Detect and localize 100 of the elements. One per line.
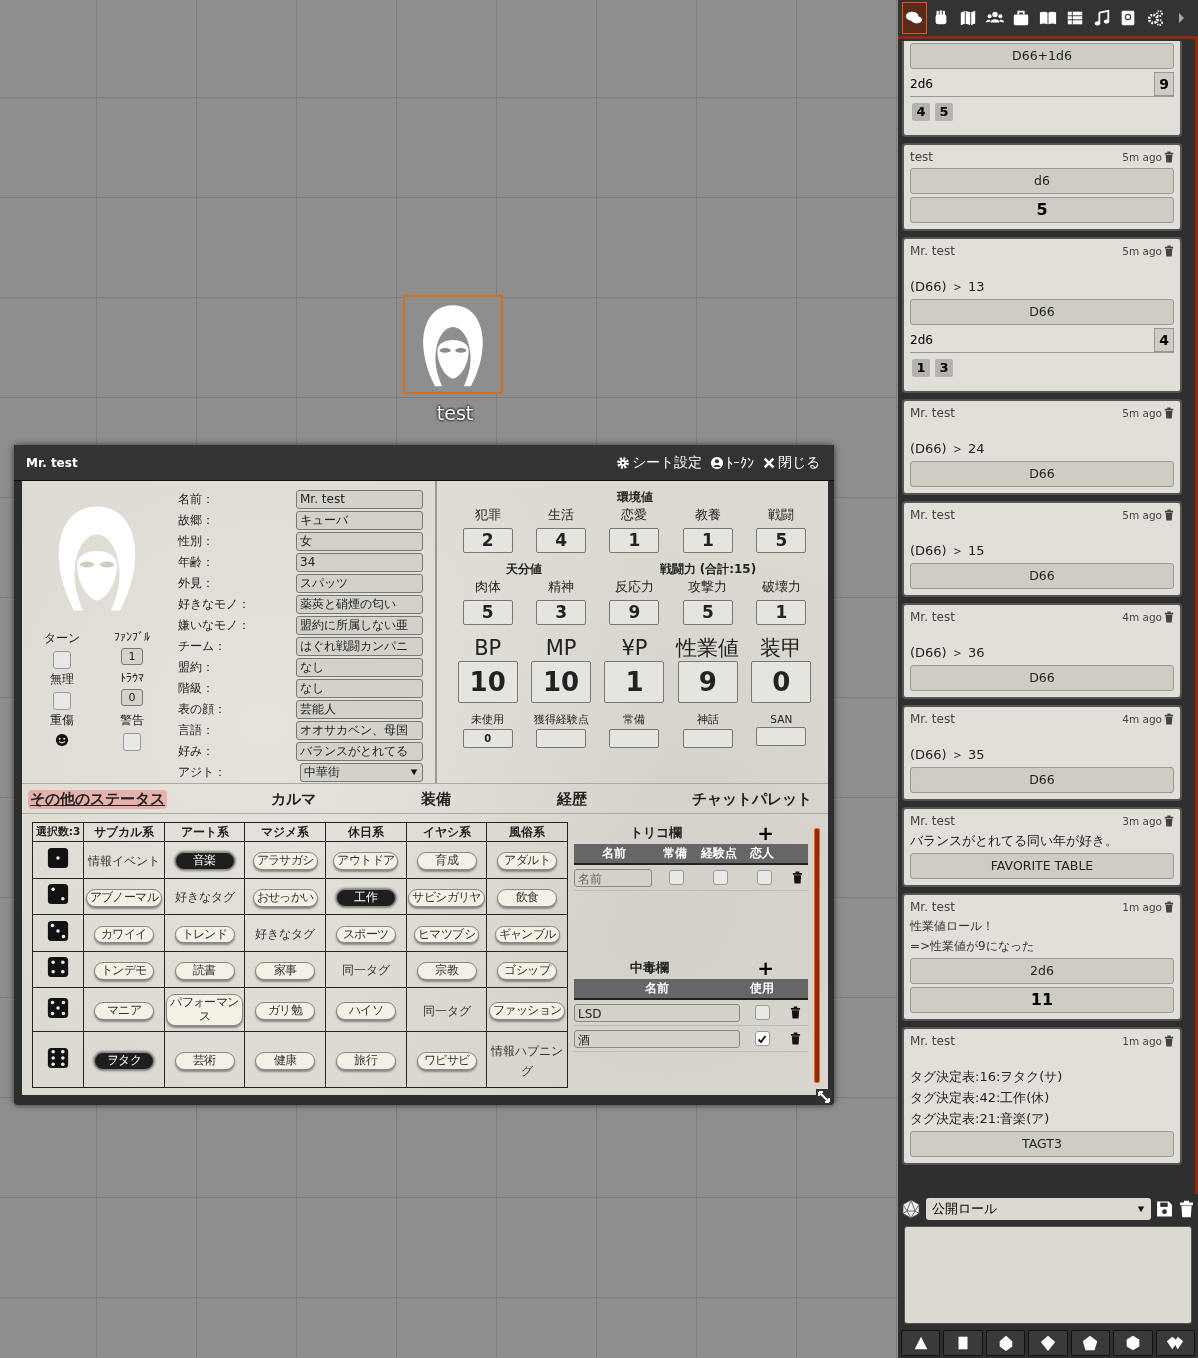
scrollbar[interactable] bbox=[814, 828, 820, 1083]
dice-button[interactable] bbox=[943, 1330, 983, 1356]
d20-icon[interactable] bbox=[901, 1199, 921, 1219]
tag-button[interactable]: トレンド bbox=[174, 925, 235, 944]
trash-icon[interactable] bbox=[1164, 407, 1174, 419]
stat-field[interactable]: 4 bbox=[536, 528, 587, 553]
tag-button[interactable]: 宗教 bbox=[416, 962, 477, 980]
name-field[interactable]: LSD bbox=[574, 1003, 741, 1022]
stat-field[interactable]: 1 bbox=[682, 528, 733, 553]
point-field[interactable]: 9 bbox=[677, 661, 738, 703]
stat-field[interactable]: 5 bbox=[756, 528, 807, 553]
save-icon[interactable] bbox=[1156, 1200, 1173, 1218]
tag-button[interactable]: トンデモ bbox=[93, 962, 154, 980]
stat-field[interactable]: 1 bbox=[756, 600, 807, 625]
tag-button[interactable]: ヒマツブシ bbox=[414, 925, 480, 944]
sheet-tab[interactable]: 装備 bbox=[419, 790, 453, 809]
checkbox[interactable] bbox=[754, 1005, 770, 1020]
tag-button[interactable]: ファッション bbox=[489, 1002, 566, 1021]
profile-field[interactable]: なし bbox=[296, 678, 423, 698]
point-field[interactable]: 1 bbox=[604, 661, 665, 703]
checkbox[interactable] bbox=[668, 870, 684, 885]
checkbox[interactable] bbox=[53, 651, 71, 669]
tag-button[interactable]: 読書 bbox=[174, 962, 235, 980]
checkbox[interactable] bbox=[123, 733, 141, 751]
profile-field[interactable]: なし bbox=[296, 657, 423, 677]
point-field[interactable]: 0 bbox=[751, 661, 812, 703]
trash-icon[interactable] bbox=[792, 871, 804, 884]
profile-field[interactable]: バランスがとれてる bbox=[296, 741, 423, 761]
profile-field[interactable]: オオサカベン、母国 bbox=[296, 720, 423, 740]
tag-button[interactable]: アダルト bbox=[497, 852, 558, 871]
stat-field[interactable]: 3 bbox=[536, 600, 587, 625]
trash-icon[interactable] bbox=[1164, 611, 1174, 623]
profile-field[interactable]: スパッツ bbox=[296, 573, 423, 593]
smiley-icon[interactable] bbox=[55, 733, 69, 747]
resize-handle-icon[interactable] bbox=[816, 1089, 832, 1105]
point-field[interactable]: 10 bbox=[457, 661, 518, 703]
tag-button[interactable]: 飲食 bbox=[497, 888, 558, 907]
extra-field[interactable] bbox=[756, 727, 807, 746]
profile-field[interactable]: Mr. test bbox=[296, 489, 423, 509]
sheet-tab[interactable]: チャットパレット bbox=[690, 790, 814, 809]
tag-button[interactable]: アウトドア bbox=[333, 852, 399, 871]
tag-button[interactable]: パフォーマンス bbox=[165, 994, 244, 1026]
stat-field[interactable]: 2 bbox=[462, 528, 513, 553]
extra-field[interactable] bbox=[609, 729, 660, 748]
tag-button[interactable]: 家事 bbox=[255, 962, 316, 980]
name-field[interactable]: 名前 bbox=[574, 868, 653, 887]
header-action-button[interactable]: 閉じる bbox=[760, 453, 822, 472]
tag-button[interactable]: 健康 bbox=[255, 1052, 316, 1071]
stat-field[interactable]: 5 bbox=[682, 600, 733, 625]
extra-field[interactable]: 0 bbox=[462, 729, 513, 748]
dice-button[interactable] bbox=[901, 1330, 941, 1356]
tag-button[interactable]: サビシガリヤ bbox=[408, 888, 485, 907]
dice-button[interactable] bbox=[1070, 1330, 1111, 1356]
dice-button[interactable] bbox=[1028, 1330, 1068, 1356]
stat-field[interactable]: 9 bbox=[609, 600, 660, 625]
sheet-tab[interactable]: その他のステータス bbox=[28, 790, 167, 809]
profile-field[interactable]: 女 bbox=[296, 531, 423, 551]
token-frame[interactable] bbox=[403, 295, 503, 394]
tag-button[interactable]: 工作 bbox=[335, 888, 396, 907]
tag-button[interactable]: スポーツ bbox=[335, 925, 396, 944]
sheet-tab[interactable]: 経歴 bbox=[554, 790, 589, 809]
profile-field[interactable]: キューバ bbox=[296, 510, 423, 530]
trash-icon[interactable] bbox=[1178, 1200, 1195, 1218]
trash-icon[interactable] bbox=[1164, 901, 1174, 913]
name-field[interactable]: 酒 bbox=[574, 1029, 741, 1048]
trash-icon[interactable] bbox=[1164, 815, 1174, 827]
sheet-tab[interactable]: カルマ bbox=[268, 790, 318, 809]
stat-field[interactable]: 5 bbox=[462, 600, 513, 625]
extra-field[interactable] bbox=[682, 729, 733, 748]
trash-icon[interactable] bbox=[790, 1006, 802, 1019]
extra-field[interactable] bbox=[536, 729, 587, 748]
counter-field[interactable]: 1 bbox=[121, 648, 143, 665]
roll-mode-dropdown[interactable]: 公開ロール bbox=[926, 1198, 1151, 1220]
tag-button[interactable]: ギャンブル bbox=[494, 925, 560, 944]
tag-button[interactable]: 旅行 bbox=[335, 1052, 396, 1071]
dice-button[interactable] bbox=[1155, 1330, 1195, 1356]
tag-button[interactable]: ハイソ bbox=[335, 1002, 396, 1021]
point-field[interactable]: 10 bbox=[531, 661, 592, 703]
add-button[interactable]: + bbox=[757, 958, 775, 978]
toolbar-tab[interactable] bbox=[902, 2, 927, 34]
trash-icon[interactable] bbox=[1164, 1035, 1174, 1047]
tag-button[interactable]: ワビサビ bbox=[416, 1052, 477, 1071]
dice-button[interactable] bbox=[1113, 1330, 1153, 1356]
tag-button[interactable]: アブノーマル bbox=[85, 888, 163, 907]
trash-icon[interactable] bbox=[790, 1032, 802, 1045]
profile-field[interactable]: 34 bbox=[296, 552, 423, 572]
tag-button[interactable]: 育成 bbox=[416, 852, 477, 871]
profile-field[interactable]: 薬莢と硝煙の匂い bbox=[296, 594, 423, 614]
tag-button[interactable]: アラサガシ bbox=[252, 852, 318, 871]
tag-button[interactable]: ゴシップ bbox=[497, 962, 558, 980]
profile-field[interactable]: はぐれ戦闘カンパニ bbox=[296, 636, 423, 656]
tag-button[interactable]: ガリ勉 bbox=[255, 1002, 316, 1021]
tag-button[interactable]: ヲタク bbox=[93, 1052, 154, 1071]
checkbox[interactable] bbox=[53, 692, 71, 710]
trash-icon[interactable] bbox=[1164, 245, 1174, 257]
trash-icon[interactable] bbox=[1164, 509, 1174, 521]
profile-field[interactable]: 芸能人 bbox=[296, 699, 423, 719]
tag-button[interactable]: マニア bbox=[93, 1002, 154, 1021]
trash-icon[interactable] bbox=[1164, 151, 1174, 163]
checkbox[interactable] bbox=[756, 870, 772, 885]
